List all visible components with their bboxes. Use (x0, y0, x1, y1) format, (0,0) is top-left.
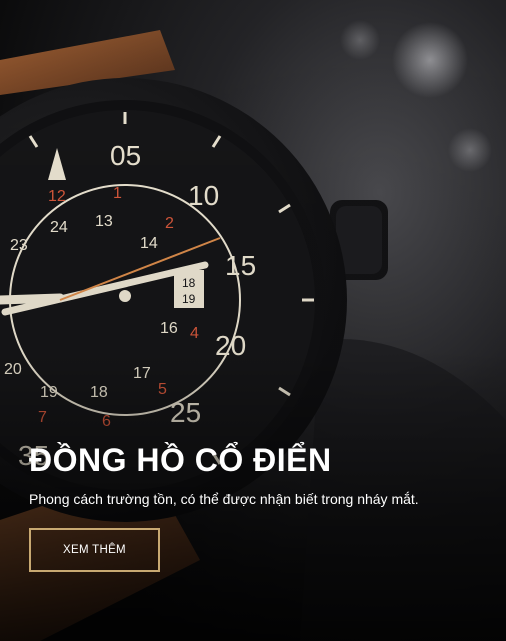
view-more-label: XEM THÊM (63, 544, 126, 556)
hero-subtitle: Phong cách trường tồn, có thể được nhận … (29, 491, 419, 507)
view-more-button[interactable]: XEM THÊM (29, 528, 160, 572)
hero-title: ĐỒNG HỒ CỔ ĐIỂN (29, 442, 332, 478)
hero-banner: 05 10 15 20 25 35 24 13 14 16 17 18 19 2… (0, 0, 506, 641)
